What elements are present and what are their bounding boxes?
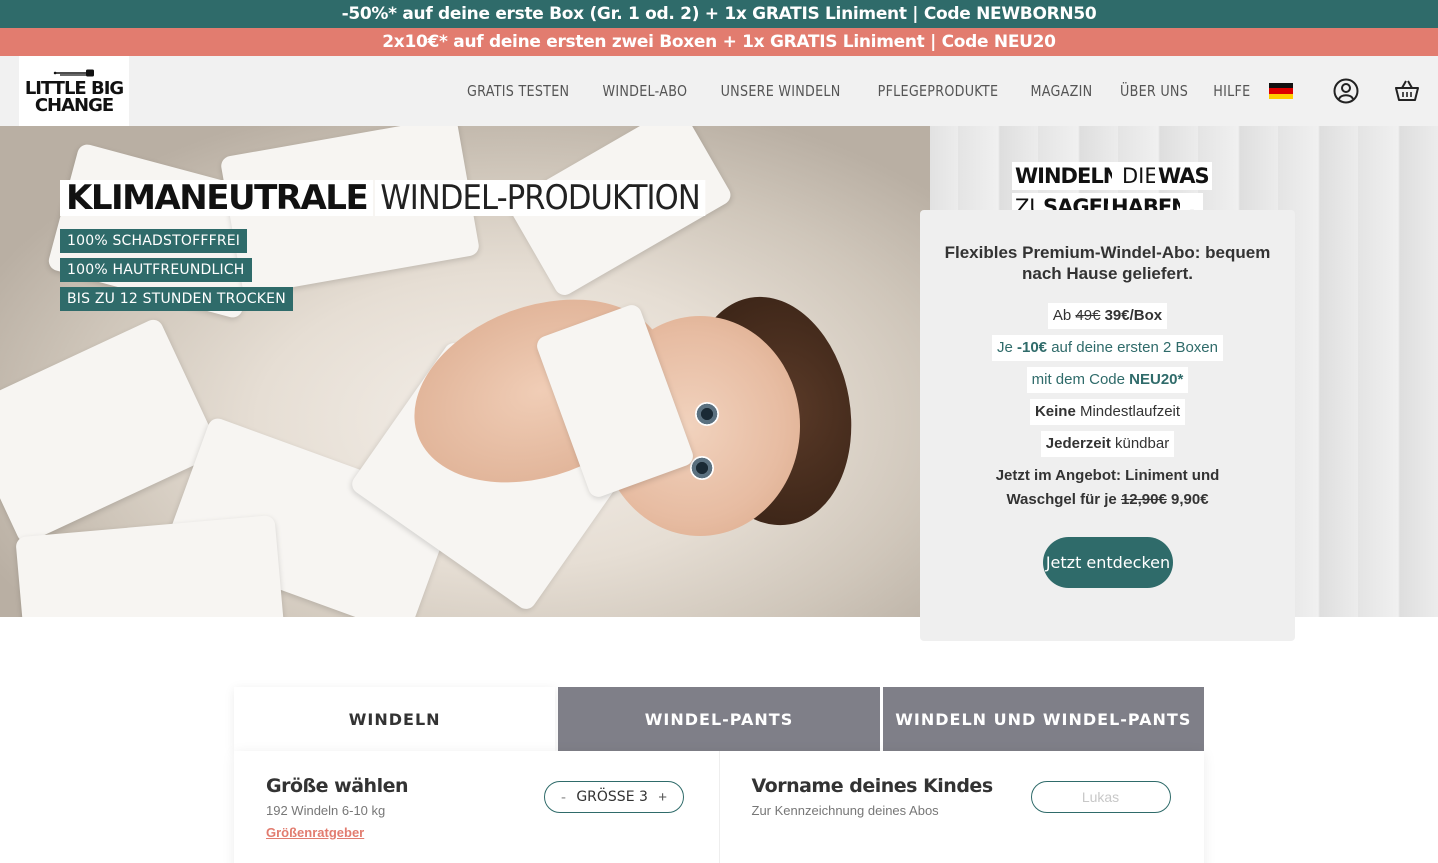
- size-guide-link[interactable]: Größenratgeber: [266, 825, 364, 840]
- discount-prefix: Je: [996, 339, 1013, 356]
- size-minus-button[interactable]: -: [561, 789, 566, 806]
- nav-gratis-testen[interactable]: GRATIS TESTEN: [467, 82, 569, 100]
- tagline-word: WINDELN: [1012, 162, 1123, 190]
- price-old: 49€: [1075, 307, 1101, 324]
- offer-heading: Flexibles Premium-Windel-Abo: bequem nac…: [944, 243, 1271, 283]
- nav-unsere-windeln[interactable]: UNSERE WINDELN: [721, 82, 841, 100]
- size-value: GRÖSSE 3: [576, 789, 648, 805]
- code-value: NEU20*: [1129, 371, 1184, 388]
- offer-discount: Je -10€ auf deine ersten 2 Boxen: [920, 335, 1295, 361]
- offer-card: Flexibles Premium-Windel-Abo: bequem nac…: [920, 210, 1295, 641]
- tab-windeln-und-pants[interactable]: WINDELN UND WINDEL-PANTS: [882, 687, 1204, 751]
- term-bold: Keine: [1034, 403, 1076, 420]
- logo[interactable]: LITTLE BIG CHANGE: [19, 56, 129, 126]
- nav-hilfe[interactable]: HILFE: [1214, 82, 1251, 100]
- badge-trocken: BIS ZU 12 STUNDEN TROCKEN: [60, 287, 293, 311]
- nav-pflegeprodukte[interactable]: PFLEGEPRODUKTE: [878, 82, 999, 100]
- tagline-word: WAS: [1155, 162, 1212, 190]
- promo-bar-neu20: 2x10€* auf deine ersten zwei Boxen + 1x …: [0, 28, 1438, 56]
- promo-text-2: 2x10€* auf deine ersten zwei Boxen + 1x …: [382, 32, 1056, 52]
- size-stepper: - GRÖSSE 3 +: [544, 781, 684, 813]
- note-new-price: 9,90€: [1171, 491, 1209, 508]
- hero-title-light: WINDEL-PRODUKTION: [375, 180, 706, 216]
- user-icon[interactable]: [1333, 78, 1359, 104]
- price-prefix: Ab: [1052, 307, 1072, 324]
- nav-windel-abo[interactable]: WINDEL-ABO: [602, 82, 687, 100]
- badge-schadstofffrei: 100% SCHADSTOFFFREI: [60, 229, 248, 253]
- offer-price: Ab 49€ 39€/Box: [920, 303, 1295, 329]
- promo-bar-newborn: -50%* auf deine erste Box (Gr. 1 od. 2) …: [0, 0, 1438, 28]
- size-plus-button[interactable]: +: [658, 789, 667, 806]
- basket-icon[interactable]: [1394, 78, 1420, 104]
- safety-pin-icon: [53, 69, 94, 77]
- child-name-section: Vorname deines Kindes Zur Kennzeichnung …: [718, 751, 1205, 863]
- tab-windeln[interactable]: WINDELN: [234, 687, 556, 751]
- hero-title-bold: KLIMANEUTRALE: [60, 180, 374, 216]
- offer-cancel: Jederzeit kündbar: [920, 431, 1295, 457]
- nav-ueber-uns[interactable]: ÜBER UNS: [1120, 82, 1188, 100]
- cancel-rest: kündbar: [1115, 435, 1170, 452]
- logo-text-2: CHANGE: [34, 95, 114, 116]
- child-name-input[interactable]: [1030, 781, 1171, 813]
- configurator-panel: Größe wählen 192 Windeln 6-10 kg Größenr…: [234, 751, 1204, 863]
- promo-text-1: -50%* auf deine erste Box (Gr. 1 od. 2) …: [341, 4, 1097, 24]
- code-prefix: mit dem Code: [1031, 371, 1125, 388]
- cancel-bold: Jederzeit: [1045, 435, 1111, 452]
- term-rest: Mindestlaufzeit: [1079, 403, 1181, 420]
- discount-value: -10€: [1017, 339, 1048, 356]
- child-name-subtitle: Zur Kennzeichnung deines Abos: [751, 803, 939, 818]
- main-nav: GRATIS TESTEN WINDEL-ABO UNSERE WINDELN …: [458, 56, 1254, 126]
- tab-windel-pants[interactable]: WINDEL-PANTS: [558, 687, 880, 751]
- child-name-title: Vorname deines Kindes: [751, 775, 994, 797]
- price-new: 39€/Box: [1104, 307, 1163, 324]
- nav-magazin[interactable]: MAGAZIN: [1031, 82, 1093, 100]
- badge-hautfreundlich: 100% HAUTFREUNDLICH: [60, 258, 252, 282]
- hero-headline: KLIMANEUTRALE WINDEL-PRODUKTION: [60, 180, 742, 216]
- note-old-price: 12,90€: [1120, 491, 1167, 508]
- size-title: Größe wählen: [266, 775, 409, 797]
- site-header: LITTLE BIG CHANGE GRATIS TESTEN WINDEL-A…: [0, 56, 1438, 126]
- offer-term: Keine Mindestlaufzeit: [920, 399, 1295, 425]
- discover-button[interactable]: Jetzt entdecken: [1043, 537, 1173, 588]
- size-section: Größe wählen 192 Windeln 6-10 kg Größenr…: [234, 751, 719, 863]
- product-tabs: WINDELN WINDEL-PANTS WINDELN UND WINDEL-…: [234, 687, 1204, 751]
- de-flag-icon[interactable]: [1269, 83, 1293, 99]
- size-subtitle: 192 Windeln 6-10 kg: [266, 803, 386, 818]
- discount-suffix: auf deine ersten 2 Boxen: [1051, 339, 1218, 356]
- offer-note: Jetzt im Angebot: Liniment und Waschgel …: [960, 464, 1255, 512]
- offer-code: mit dem Code NEU20*: [920, 367, 1295, 393]
